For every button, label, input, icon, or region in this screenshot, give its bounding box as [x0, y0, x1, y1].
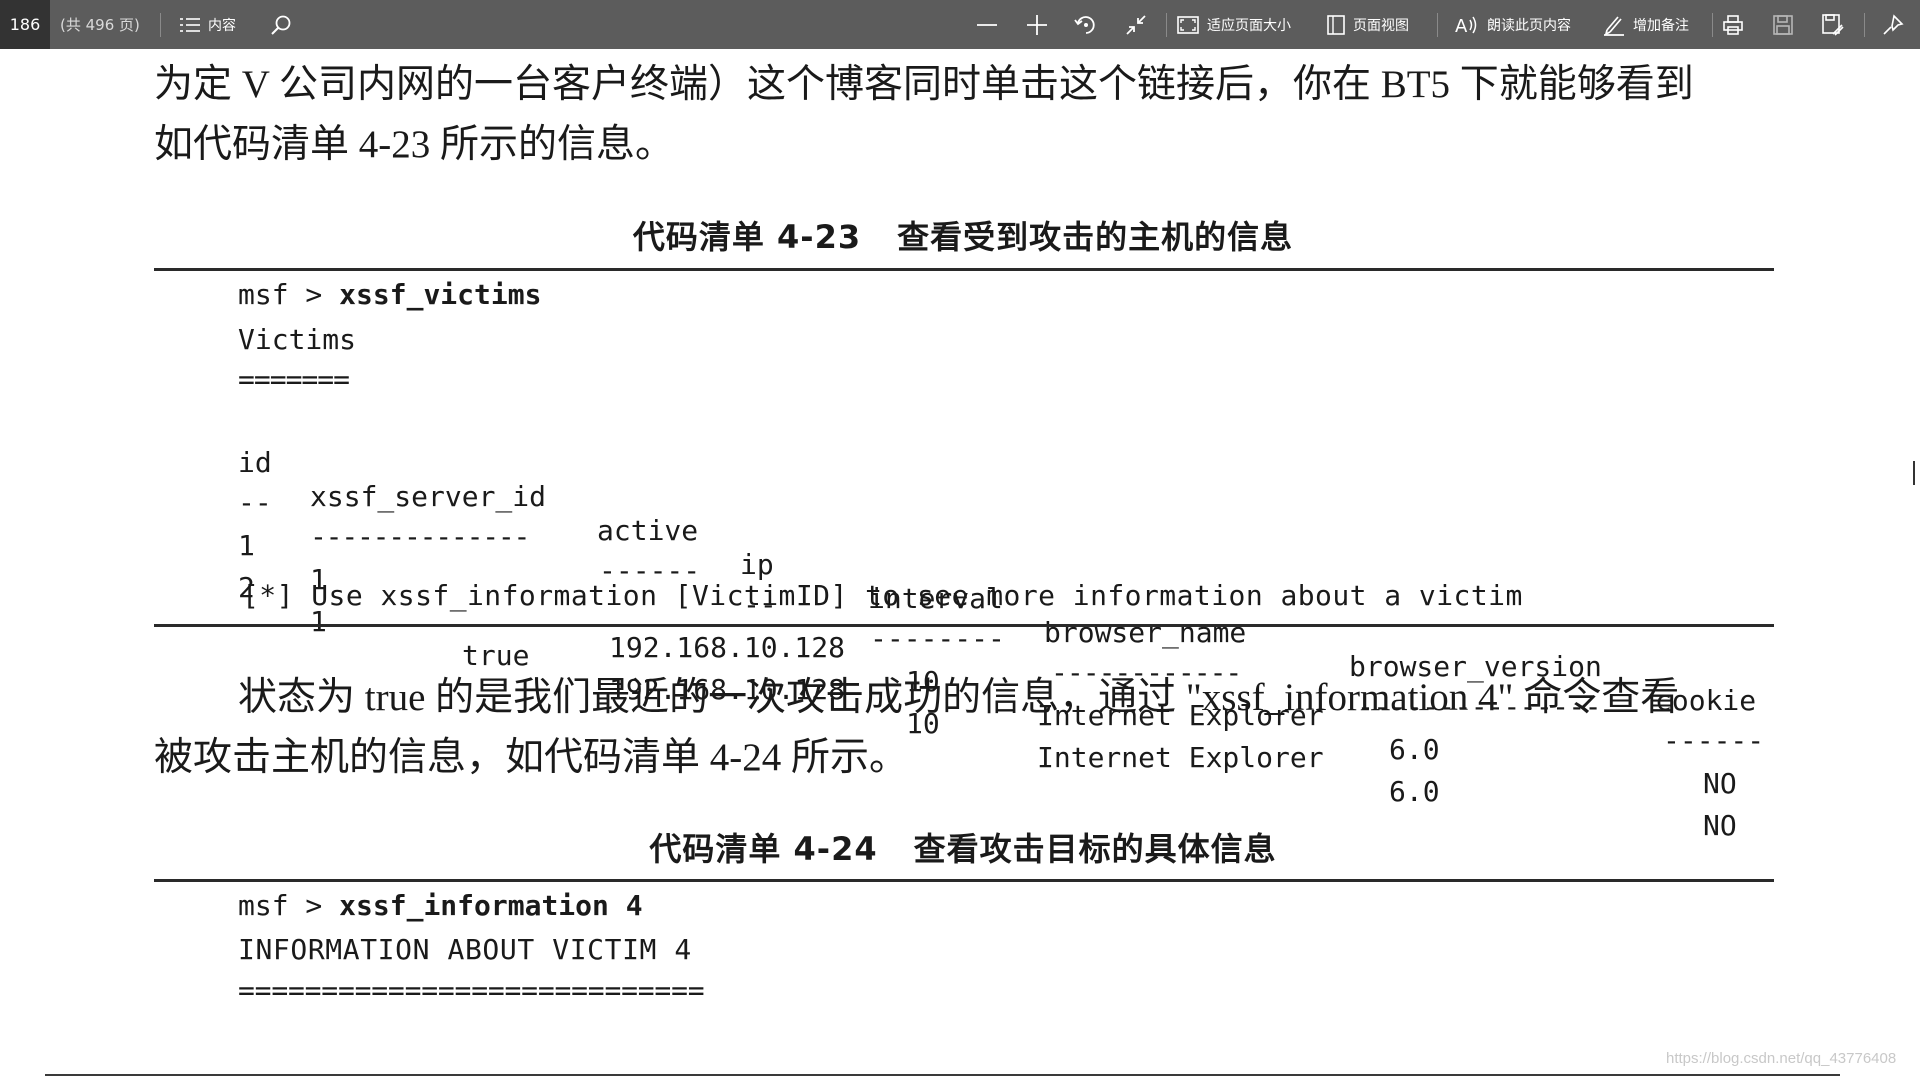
- page-number-box[interactable]: 186: [0, 0, 50, 49]
- save-icon: [1773, 14, 1793, 35]
- menu-icon: [180, 17, 200, 33]
- code-command-line: msf > xssf_victims: [238, 278, 541, 312]
- print-button[interactable]: [1716, 0, 1750, 49]
- search-button[interactable]: [264, 0, 298, 49]
- read-aloud-label: 朗读此页内容: [1487, 17, 1571, 34]
- toolbar-divider: [1166, 13, 1167, 37]
- zoom-in-button[interactable]: [1020, 0, 1054, 49]
- code-title-underline: =======: [238, 363, 350, 396]
- code-block-bottom-rule: [154, 624, 1774, 627]
- table-header-row: id xssf_server_id active ip interval bro…: [0, 412, 1920, 717]
- code-block-top-rule: [154, 879, 1774, 882]
- prompt: msf >: [238, 889, 340, 922]
- save-as-icon: [1822, 13, 1844, 36]
- read-aloud-icon: A: [1455, 14, 1479, 36]
- paragraph-line: 状态为 true 的是我们最近的一次攻击成功的信息，通过 "xssf_infor…: [238, 676, 1680, 719]
- collapse-button[interactable]: [1119, 0, 1153, 49]
- command: xssf_victims: [339, 278, 542, 311]
- fit-page-label: 适应页面大小: [1207, 17, 1291, 34]
- contents-label: 内容: [208, 17, 236, 34]
- add-note-label: 增加备注: [1633, 17, 1689, 34]
- page-view-label: 页面视图: [1353, 17, 1409, 34]
- table-row: 2 1 true 192.168.10.128 10 Internet Expl…: [0, 537, 1920, 842]
- rotate-button[interactable]: [1069, 0, 1103, 49]
- rotate-icon: [1074, 13, 1098, 37]
- page-bottom-rule: [45, 1074, 1840, 1076]
- search-icon: [270, 14, 292, 36]
- print-icon: [1722, 14, 1744, 36]
- page-view-button[interactable]: 页面视图: [1327, 0, 1409, 49]
- save-button[interactable]: [1766, 0, 1800, 49]
- code-command-line: msf > xssf_information 4: [238, 889, 643, 923]
- code-block-top-rule: [154, 268, 1774, 271]
- paragraph-line: 为定 V 公司内网的一台客户终端）这个博客同时单击这个链接后，你在 BT5 下就…: [154, 63, 1694, 106]
- paragraph-2: 状态为 true 的是我们最近的一次攻击成功的信息，通过 "xssf_infor…: [154, 668, 1772, 788]
- fit-page-icon: [1177, 15, 1199, 34]
- code-hint-line: [*] Use xssf_information [VictimID] to s…: [242, 579, 1523, 612]
- paragraph-1: 为定 V 公司内网的一台客户终端）这个博客同时单击这个链接后，你在 BT5 下就…: [154, 55, 1772, 175]
- fit-page-button[interactable]: 适应页面大小: [1177, 0, 1291, 49]
- toolbar-divider: [160, 13, 161, 37]
- read-aloud-button[interactable]: A 朗读此页内容: [1455, 0, 1571, 49]
- caption-number: 代码清单 4-23: [632, 218, 862, 256]
- collapse-icon: [1125, 14, 1147, 36]
- prompt: msf >: [238, 278, 340, 311]
- caption-number: 代码清单 4-24: [649, 830, 878, 868]
- zoom-out-icon: [976, 14, 998, 36]
- svg-text:A: A: [1455, 16, 1468, 36]
- code-title-underline: ============================: [238, 974, 705, 1007]
- page-total-label: (共 496 页): [60, 16, 140, 34]
- contents-button[interactable]: 内容: [180, 0, 236, 49]
- toolbar: 186 (共 496 页) 内容 适应页面大小 页面视图 A 朗读此页内容 增加…: [0, 0, 1920, 49]
- watermark: https://blog.csdn.net/qq_43776408: [1666, 1050, 1897, 1067]
- code-title: Victims: [238, 323, 357, 356]
- save-as-button[interactable]: [1816, 0, 1850, 49]
- toolbar-divider: [1864, 13, 1865, 37]
- caption-title: 查看受到攻击的主机的信息: [897, 218, 1294, 256]
- table-dash-row: -- -------------- ------ -- -------- ---…: [0, 452, 1920, 757]
- toolbar-divider: [1712, 13, 1713, 37]
- toolbar-divider: [1437, 13, 1438, 37]
- caption-title: 查看攻击目标的具体信息: [913, 830, 1277, 868]
- document-page: 为定 V 公司内网的一台客户终端）这个博客同时单击这个链接后，你在 BT5 下就…: [0, 49, 1920, 1080]
- page-view-icon: [1327, 14, 1345, 35]
- pin-icon: [1882, 13, 1904, 36]
- pin-button[interactable]: [1876, 0, 1910, 49]
- paragraph-line: 被攻击主机的信息，如代码清单 4-24 所示。: [154, 736, 908, 779]
- code-title: INFORMATION ABOUT VICTIM 4: [238, 933, 692, 966]
- table-row: 1 1 192.168.10.128 10 Internet Explorer …: [0, 495, 1920, 800]
- code-caption-1: 代码清单 4-23 查看受到攻击的主机的信息: [154, 212, 1772, 258]
- zoom-in-icon: [1026, 14, 1048, 36]
- col-dash: --------: [870, 622, 1005, 655]
- scroll-indicator[interactable]: [1913, 461, 1915, 485]
- paragraph-line: 如代码清单 4-23 所示的信息。: [154, 123, 674, 166]
- col-header-browser-name: browser_name: [1044, 616, 1247, 649]
- add-note-button[interactable]: 增加备注: [1603, 0, 1689, 49]
- code-caption-2: 代码清单 4-24 查看攻击目标的具体信息: [154, 824, 1772, 870]
- cell-ip: 192.168.10.128: [609, 631, 846, 664]
- zoom-out-button[interactable]: [970, 0, 1004, 49]
- pen-icon: [1603, 14, 1625, 36]
- command: xssf_information 4: [339, 889, 643, 922]
